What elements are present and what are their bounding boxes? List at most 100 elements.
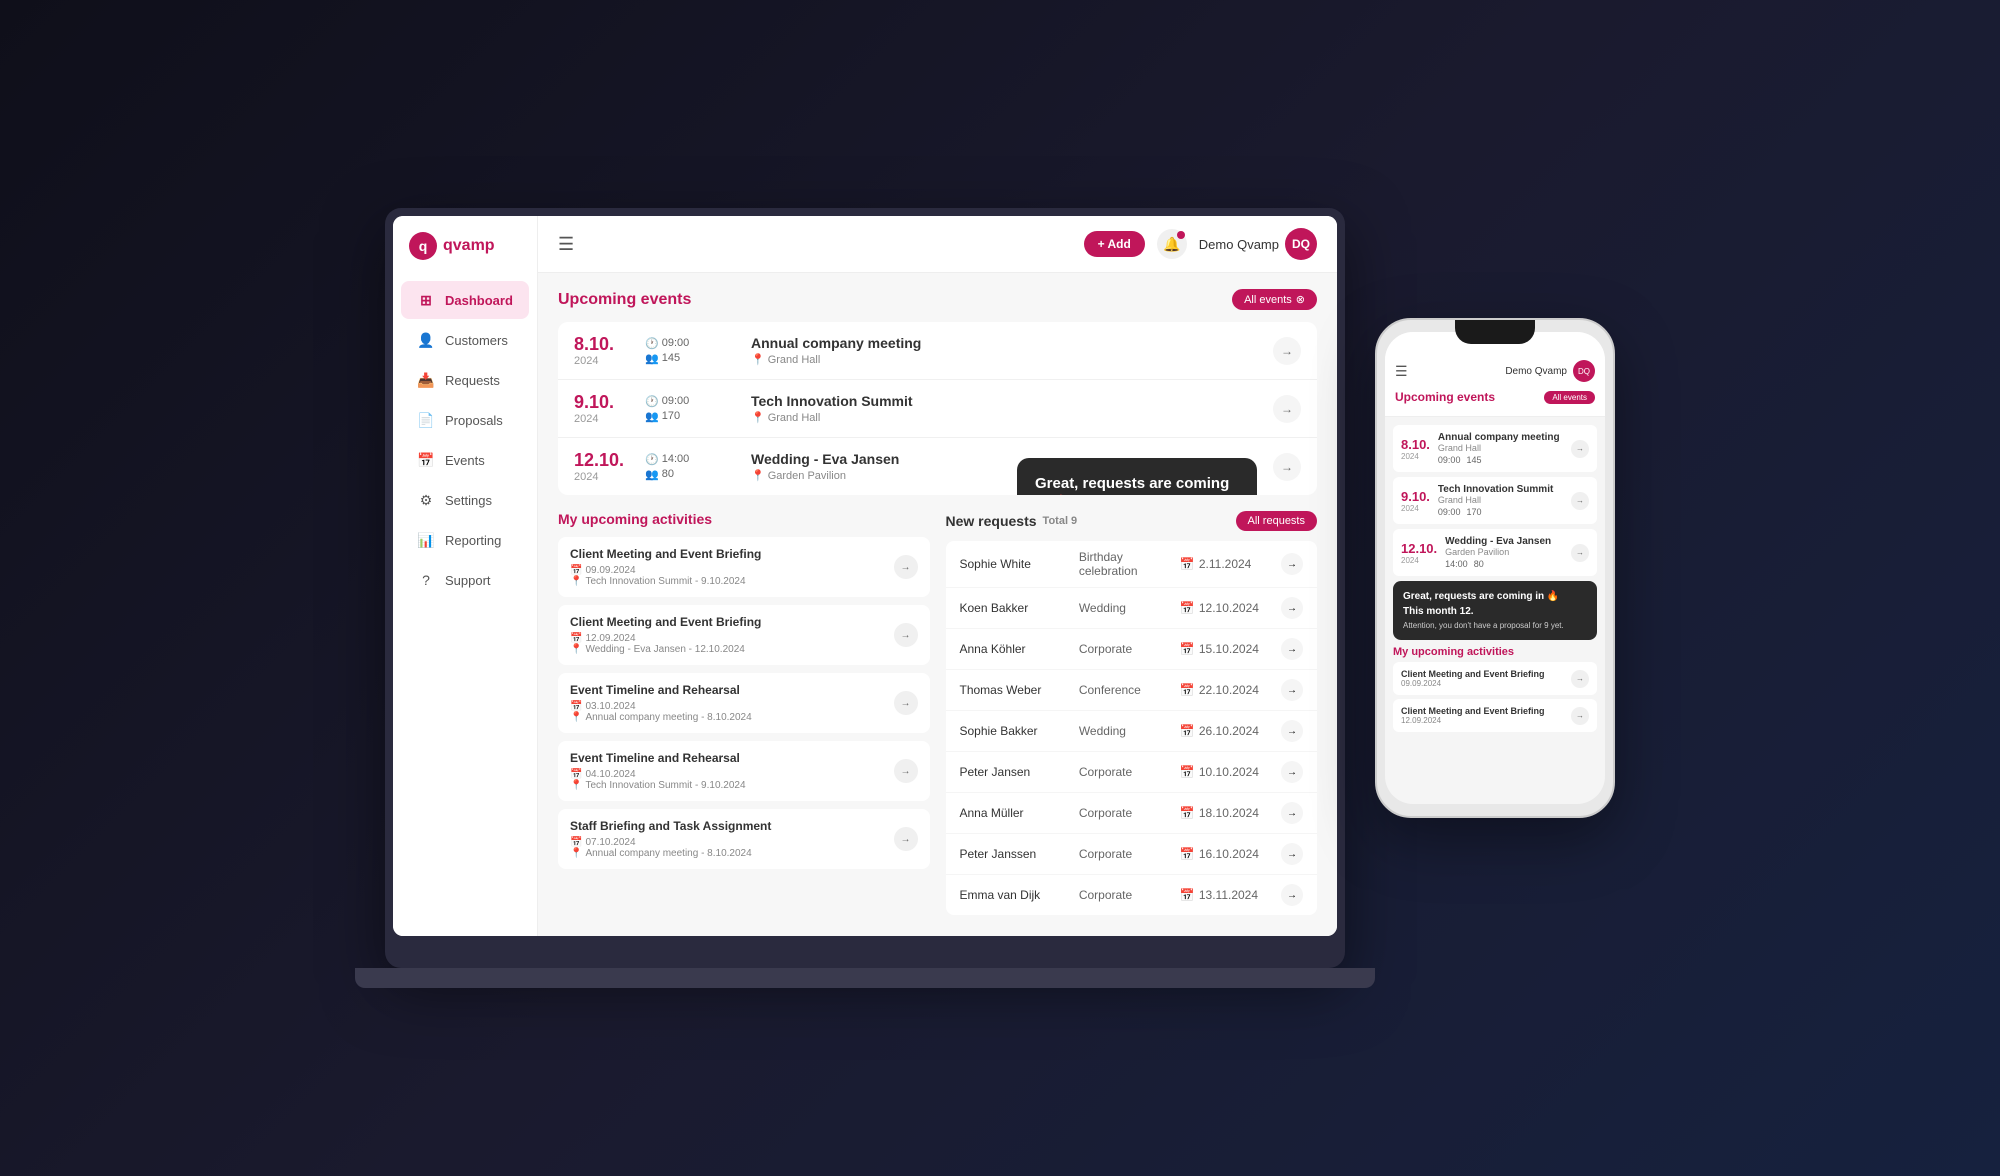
cal-icon: 📅 [570, 701, 582, 712]
file-icon: 📄 [417, 411, 435, 429]
sidebar-label-settings: Settings [445, 493, 492, 508]
activity-date: 📅 07.10.2024 [570, 837, 884, 848]
gear-icon: ⚙ [417, 491, 435, 509]
phone-event-meta: 14:00 80 [1445, 559, 1563, 569]
phone-event-arrow[interactable]: → [1571, 544, 1589, 562]
sidebar-item-events[interactable]: 📅 Events [401, 441, 529, 479]
requests-total: Total 9 [1043, 515, 1078, 527]
activity-arrow[interactable]: → [894, 827, 918, 851]
event-time: 🕐 09:00 [645, 395, 735, 408]
sidebar-label-reporting: Reporting [445, 533, 501, 548]
req-date: 📅18.10.2024 [1180, 806, 1271, 820]
req-arrow[interactable]: → [1281, 720, 1303, 742]
activity-venue: 📍 Tech Innovation Summit - 9.10.2024 [570, 576, 884, 587]
sidebar-item-support[interactable]: ? Support [401, 561, 529, 599]
location-icon: 📍 [751, 469, 765, 482]
requests-table: Sophie White Birthday celebration 📅2.11.… [946, 541, 1318, 915]
activity-venue: 📍 Wedding - Eva Jansen - 12.10.2024 [570, 644, 884, 655]
request-row: Peter Janssen Corporate 📅16.10.2024 → [946, 834, 1318, 875]
request-row: Koen Bakker Wedding 📅12.10.2024 → [946, 588, 1318, 629]
activity-arrow[interactable]: → [894, 623, 918, 647]
event-name: Tech Innovation Summit [751, 393, 1257, 409]
phone-event-arrow[interactable]: → [1571, 492, 1589, 510]
people-icon: 👥 [645, 410, 659, 423]
cal-icon: 📅 [570, 633, 582, 644]
req-arrow[interactable]: → [1281, 638, 1303, 660]
req-arrow[interactable]: → [1281, 843, 1303, 865]
top-header: ☰ + Add 🔔 Demo Qvamp DQ [538, 216, 1337, 273]
sidebar-label-events: Events [445, 453, 485, 468]
request-row: Emma van Dijk Corporate 📅13.11.2024 → [946, 875, 1318, 915]
req-arrow[interactable]: → [1281, 597, 1303, 619]
req-type: Corporate [1079, 806, 1170, 820]
activity-name: Client Meeting and Event Briefing [570, 547, 884, 561]
event-meta: 🕐 09:00 👥 170 [645, 395, 735, 423]
user-name: Demo Qvamp [1199, 237, 1279, 252]
phone-container: ☰ Demo Qvamp DQ Upcoming events All even… [1375, 318, 1615, 818]
user-avatar[interactable]: Demo Qvamp DQ [1199, 228, 1317, 260]
phone-activity-card: Client Meeting and Event Briefing 12.09.… [1393, 699, 1597, 732]
event-row: 9.10. 2024 🕐 09:00 👥 170 [558, 380, 1317, 438]
phone-date-badge: 12.10. 2024 [1401, 541, 1437, 565]
users-icon: 👤 [417, 331, 435, 349]
content-body: Upcoming events All events ⊗ 8.10. 2024 [538, 273, 1337, 936]
logo-text: qvamp [443, 237, 495, 255]
all-requests-button[interactable]: All requests [1236, 511, 1317, 531]
event-date-day: 12.10. [574, 450, 629, 471]
req-type: Corporate [1079, 642, 1170, 656]
all-events-button[interactable]: All events ⊗ [1232, 289, 1317, 310]
activity-info: Event Timeline and Rehearsal 📅 04.10.202… [570, 751, 884, 791]
activity-arrow[interactable]: → [894, 759, 918, 783]
sidebar-item-customers[interactable]: 👤 Customers [401, 321, 529, 359]
req-arrow[interactable]: → [1281, 761, 1303, 783]
req-name: Thomas Weber [960, 683, 1069, 697]
notification-icon[interactable]: 🔔 [1157, 229, 1187, 259]
event-venue: 📍 Grand Hall [751, 411, 1257, 424]
req-arrow[interactable]: → [1281, 802, 1303, 824]
event-arrow[interactable]: → [1273, 395, 1301, 423]
sidebar-item-requests[interactable]: 📥 Requests [401, 361, 529, 399]
sidebar-item-proposals[interactable]: 📄 Proposals [401, 401, 529, 439]
phone-activity-arrow[interactable]: → [1571, 707, 1589, 725]
activity-info: Client Meeting and Event Briefing 📅 09.0… [570, 547, 884, 587]
sidebar-item-dashboard[interactable]: ⊞ Dashboard [401, 281, 529, 319]
clock-icon: 🕐 [645, 337, 659, 350]
notification-dot [1177, 231, 1185, 239]
activity-name: Event Timeline and Rehearsal [570, 751, 884, 765]
phone-section-title: Upcoming events [1395, 390, 1495, 404]
logo-area: q qvamp [393, 232, 537, 280]
activity-info: Client Meeting and Event Briefing 📅 12.0… [570, 615, 884, 655]
activity-arrow[interactable]: → [894, 691, 918, 715]
phone-user-name: Demo Qvamp [1505, 366, 1567, 377]
sidebar-item-reporting[interactable]: 📊 Reporting [401, 521, 529, 559]
phone-header: ☰ Demo Qvamp DQ Upcoming events All even… [1385, 332, 1605, 417]
sidebar-item-settings[interactable]: ⚙ Settings [401, 481, 529, 519]
request-row: Sophie White Birthday celebration 📅2.11.… [946, 541, 1318, 588]
phone-event-arrow[interactable]: → [1571, 440, 1589, 458]
phone-all-events-button[interactable]: All events [1544, 391, 1595, 404]
event-arrow[interactable]: → [1273, 453, 1301, 481]
req-type: Corporate [1079, 888, 1170, 902]
event-venue: 📍 Grand Hall [751, 353, 1257, 366]
event-name: Annual company meeting [751, 335, 1257, 351]
activity-arrow[interactable]: → [894, 555, 918, 579]
phone-event-meta: 09:00 145 [1438, 455, 1563, 465]
add-button[interactable]: + Add [1084, 231, 1145, 257]
activity-info: Staff Briefing and Task Assignment 📅 07.… [570, 819, 884, 859]
phone-hamburger-icon[interactable]: ☰ [1395, 363, 1408, 380]
hamburger-icon[interactable]: ☰ [558, 234, 574, 255]
req-arrow[interactable]: → [1281, 553, 1303, 575]
cal-icon: 📅 [570, 769, 582, 780]
event-date: 9.10. 2024 [574, 392, 629, 425]
phone-date-badge: 9.10. 2024 [1401, 489, 1430, 513]
req-arrow[interactable]: → [1281, 679, 1303, 701]
sidebar-label-support: Support [445, 573, 491, 588]
phone-activity-arrow[interactable]: → [1571, 670, 1589, 688]
event-arrow[interactable]: → [1273, 337, 1301, 365]
activities-title: My upcoming activities [558, 511, 930, 527]
req-date: 📅15.10.2024 [1180, 642, 1271, 656]
req-arrow[interactable]: → [1281, 884, 1303, 906]
laptop-frame: q qvamp ⊞ Dashboard 👤 Customers 📥 Reques… [385, 208, 1345, 968]
location-icon: 📍 [751, 353, 765, 366]
activity-card: Event Timeline and Rehearsal 📅 04.10.202… [558, 741, 930, 801]
